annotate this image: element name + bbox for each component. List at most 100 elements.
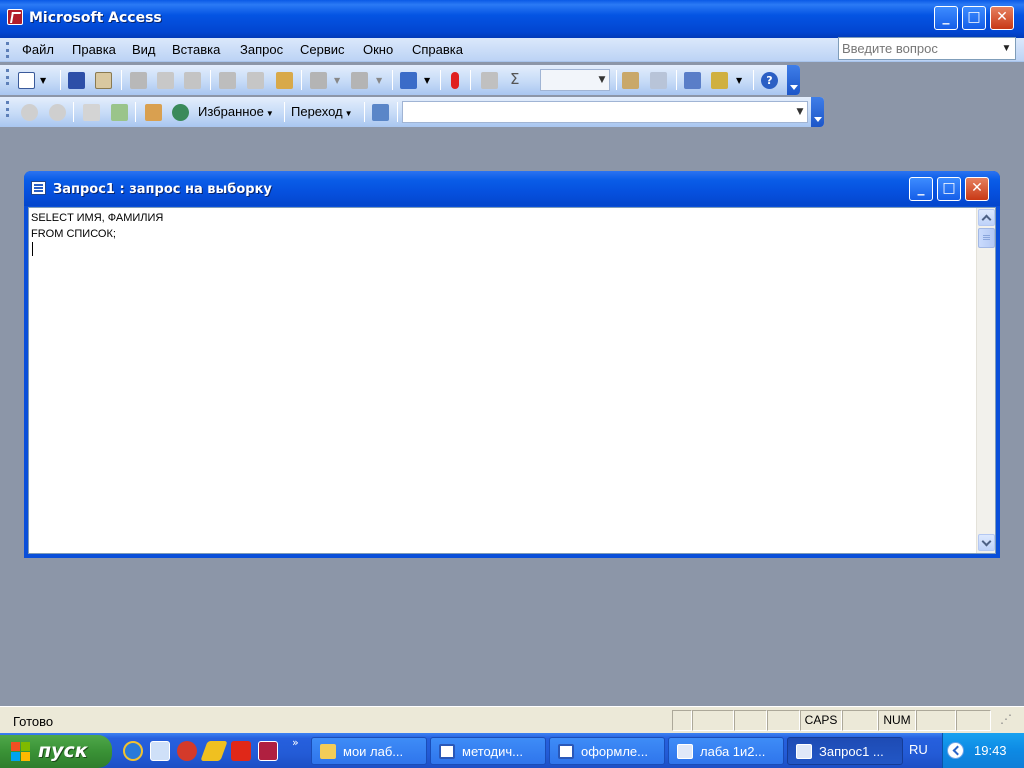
quicklaunch-overflow-icon[interactable]: » [292,736,299,749]
copy-icon[interactable] [247,72,264,89]
scroll-down-icon[interactable] [978,534,995,551]
media-player-icon[interactable] [123,741,143,761]
web-toolbar-grip[interactable] [6,101,9,117]
paste-icon[interactable] [276,72,293,89]
task-button-doc1[interactable]: методич... [430,737,546,765]
show-table-icon[interactable] [481,72,498,89]
clock[interactable]: 19:43 [974,743,1007,758]
ask-question-input[interactable]: Введите вопрос ▼ [838,37,1016,60]
query-minimize-button[interactable]: _ [909,177,933,201]
task-button-folder[interactable]: мои лаб... [311,737,427,765]
address-dropdown-icon[interactable]: ▼ [793,102,807,122]
save-icon[interactable] [68,72,85,89]
go-menu[interactable]: Переход ▼ [291,104,353,119]
undo-icon[interactable] [310,72,327,89]
refresh-icon[interactable] [111,104,128,121]
menu-edit[interactable]: Правка [72,42,116,57]
top-values-dropdown-icon[interactable]: ▼ [595,70,609,90]
menu-view[interactable]: Вид [132,42,156,57]
run-icon[interactable] [451,72,459,89]
favorites-menu[interactable]: Избранное ▼ [198,104,274,119]
properties-icon[interactable] [622,72,639,89]
search-web-icon[interactable] [172,104,189,121]
view-dropdown-icon[interactable]: ▼ [40,76,54,93]
query-type-icon[interactable] [400,72,417,89]
ask-dropdown-icon[interactable]: ▼ [999,39,1014,58]
menu-query[interactable]: Запрос [240,42,283,57]
back-icon[interactable] [21,104,38,121]
print-icon[interactable] [130,72,147,89]
start-button[interactable]: пуск [0,735,112,768]
scroll-up-icon[interactable] [978,209,995,226]
stop-icon[interactable] [83,104,100,121]
word-doc-icon [558,744,574,759]
app-maximize-button[interactable]: □ [962,6,986,30]
ask-question-placeholder: Введите вопрос [842,41,938,56]
file-search-icon[interactable] [95,72,112,89]
acrobat-icon[interactable] [231,741,251,761]
app-title: Microsoft Access [29,10,162,26]
query-window-title: Запрос1 : запрос на выборку [53,182,272,197]
cut-icon[interactable] [219,72,236,89]
app-close-button[interactable]: ✕ [990,6,1014,30]
sql-line: FROM СПИСОК; [31,228,116,240]
system-tray: 19:43 [942,733,1024,768]
folder-icon [320,744,336,759]
opera-icon[interactable] [177,741,197,761]
totals-icon[interactable]: Σ [510,70,527,88]
app-title-bar[interactable]: Microsoft Access _ □ ✕ [0,0,1024,38]
query-icon[interactable] [31,181,46,195]
start-label: пуск [38,740,88,762]
num-indicator: NUM [878,710,916,731]
language-indicator[interactable]: RU [909,742,928,757]
app-minimize-button[interactable]: _ [934,6,958,30]
task-button-query[interactable]: Запрос1 ... [787,737,903,765]
new-object-icon[interactable] [711,72,728,89]
query-window-title-bar[interactable]: Запрос1 : запрос на выборку _ □ ✕ [24,171,1000,206]
access-launcher-icon[interactable] [258,741,278,761]
task-button-database[interactable]: лаба 1и2... [668,737,784,765]
windows-flag-icon [11,742,31,762]
vertical-scrollbar[interactable] [976,208,995,553]
view-icon[interactable] [18,72,35,89]
sql-editor[interactable]: SELECT ИМЯ, ФАМИЛИЯ FROM СПИСОК; [28,207,996,554]
toolbar-options-icon[interactable] [787,65,800,95]
text-caret [32,242,33,256]
help-icon[interactable]: ? [761,72,778,89]
menubar-grip[interactable] [6,42,9,58]
show-web-toolbar-icon[interactable] [372,104,389,121]
show-hidden-icons-icon[interactable] [947,742,964,759]
forward-icon[interactable] [49,104,66,121]
menu-file[interactable]: Файл [22,42,54,57]
resize-grip-icon[interactable]: ⋰ [991,710,1021,731]
address-combo[interactable]: ▼ [402,101,808,123]
lightning-icon[interactable] [200,741,228,761]
undo-dropdown-icon[interactable]: ▼ [334,76,344,93]
database-window-icon[interactable] [684,72,701,89]
builder-icon[interactable] [650,72,667,89]
access-app-icon[interactable] [7,9,23,25]
menu-help[interactable]: Справка [412,42,463,57]
scroll-thumb[interactable] [978,228,995,248]
task-button-doc2[interactable]: оформле... [549,737,665,765]
redo-icon[interactable] [351,72,368,89]
menu-window[interactable]: Окно [363,42,393,57]
query-close-button[interactable]: ✕ [965,177,989,201]
toolbar-grip[interactable] [6,69,9,85]
outlook-express-icon[interactable] [150,741,170,761]
redo-dropdown-icon[interactable]: ▼ [376,76,386,93]
menu-insert[interactable]: Вставка [172,42,220,57]
sql-text[interactable]: SELECT ИМЯ, ФАМИЛИЯ FROM СПИСОК; [31,210,163,242]
new-object-dropdown-icon[interactable]: ▼ [736,76,746,93]
web-toolbar-options-icon[interactable] [811,97,824,127]
query-type-dropdown-icon[interactable]: ▼ [424,76,434,93]
favorites-dropdown-icon: ▼ [265,109,274,118]
top-values-combo[interactable]: ▼ [540,69,610,91]
home-icon[interactable] [145,104,162,121]
spelling-icon[interactable] [184,72,201,89]
query-maximize-button[interactable]: □ [937,177,961,201]
word-doc-icon [439,744,455,759]
query-window: Запрос1 : запрос на выборку _ □ ✕ SELECT… [24,171,1000,558]
menu-tools[interactable]: Сервис [300,42,345,57]
print-preview-icon[interactable] [157,72,174,89]
